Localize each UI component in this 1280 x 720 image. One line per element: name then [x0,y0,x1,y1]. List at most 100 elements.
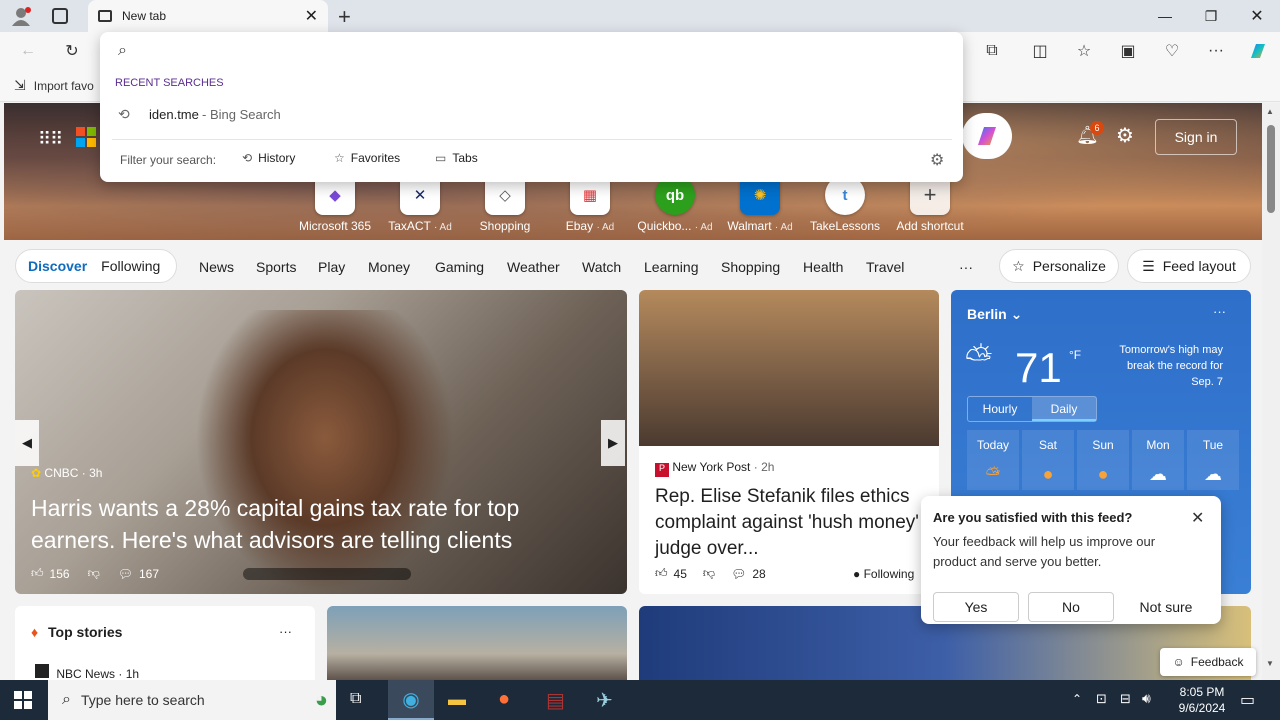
personalize-button[interactable]: ☆ Personalize [999,249,1119,283]
close-tab-icon[interactable]: ✕ [305,6,318,26]
filter-history[interactable]: ⟲ History [242,151,295,165]
like-icon[interactable]: 👍︎ [655,566,668,581]
main-story-card[interactable]: ◀ ▶ ✿ CNBC · 3h Harris wants a 28% capit… [15,290,627,594]
top-stories-more-icon[interactable]: ··· [279,624,292,639]
tab-actions-icon[interactable] [52,8,68,24]
shortcut-taxact[interactable]: ✕ TaxACT · Ad [380,175,460,233]
tray-volume-icon[interactable]: 🔊︎ [1142,690,1151,707]
tab-hourly[interactable]: Hourly [968,397,1032,421]
nav-travel[interactable]: Travel [866,259,904,275]
second-story-card[interactable]: P New York Post · 2h Rep. Elise Stefanik… [639,290,939,594]
weather-note[interactable]: Tomorrow's high may break the record for… [1103,342,1223,390]
nav-health[interactable]: Health [803,259,843,275]
filter-favorites[interactable]: ☆ Favorites [334,151,400,165]
nav-money[interactable]: Money [368,259,410,275]
shortcut-shopping[interactable]: ◇ Shopping [465,175,545,233]
forecast-day-tue[interactable]: Tue ☁ [1187,430,1239,490]
weather-more-icon[interactable]: ··· [1213,304,1226,319]
forecast-day-today[interactable]: Today ⛅︎ [967,430,1019,490]
filter-tabs[interactable]: ▭ Tabs [435,151,478,165]
close-window-button[interactable]: ✕ [1234,0,1280,32]
recent-search-item[interactable]: ⟲ iden.tme - Bing Search [100,104,963,126]
favorites-icon[interactable]: ☆ [1072,40,1096,62]
nav-watch[interactable]: Watch [582,259,621,275]
start-button-icon[interactable] [14,691,32,712]
dislike-icon[interactable]: 👎︎ [703,566,715,581]
profile-icon[interactable] [10,6,32,26]
tray-network-icon[interactable]: ⊡ [1096,691,1107,707]
nav-play[interactable]: Play [318,259,345,275]
main-headline[interactable]: Harris wants a 28% capital gains tax rat… [31,492,591,556]
taskbar-search-box[interactable]: ⌕ Type here to search ◕ [48,680,336,720]
back-icon[interactable]: ← [16,40,40,62]
omnibox-settings-gear-icon[interactable]: ⚙ [930,150,944,170]
restore-button[interactable]: ❐ [1188,0,1234,32]
carousel-prev-button[interactable]: ◀ [15,420,39,466]
feedback-button[interactable]: ☺ Feedback [1160,648,1256,676]
feed-layout-button[interactable]: ☰ Feed layout [1127,249,1251,283]
settings-more-icon[interactable]: ··· [1204,40,1228,62]
firefox-icon[interactable]: ● [498,688,510,711]
no-button[interactable]: No [1028,592,1114,622]
carousel-next-button[interactable]: ▶ [601,420,625,466]
shortcut-takelessons[interactable]: t TakeLessons [805,175,885,233]
nav-shopping[interactable]: Shopping [721,259,780,275]
not-sure-button[interactable]: Not sure [1123,592,1209,622]
story-card-photo-2[interactable] [327,606,627,680]
shortcut-ebay[interactable]: ▦ Ebay · Ad [550,175,630,233]
tab-daily[interactable]: Daily [1032,397,1096,421]
notification-center-icon[interactable]: ▭ [1240,690,1255,710]
nav-sports[interactable]: Sports [256,259,296,275]
split-screen-icon[interactable]: ◫ [1028,40,1052,62]
scroll-down-arrow[interactable]: ▼ [1266,659,1274,668]
comment-icon[interactable]: 💬︎ [118,567,133,581]
shortcut-walmart[interactable]: ✺ Walmart · Ad [720,175,800,233]
address-input[interactable] [146,38,946,66]
close-icon[interactable]: ✕ [1191,508,1204,528]
second-headline[interactable]: Rep. Elise Stefanik files ethics complai… [655,484,931,562]
app-parrot-icon[interactable]: ✈ [596,688,613,713]
page-scrollbar[interactable]: ▲ ▼ [1262,103,1280,680]
forecast-day-sat[interactable]: Sat ● [1022,430,1074,490]
comment-icon[interactable]: 💬︎ [731,567,746,581]
tray-overflow-icon[interactable]: ⌃ [1072,692,1082,706]
refresh-icon[interactable]: ↻ [60,40,84,62]
import-favorites-link[interactable]: Import favo [34,79,94,93]
tab-discover[interactable]: Discover [28,258,87,274]
nav-more-icon[interactable]: ··· [959,259,973,275]
scroll-thumb[interactable] [1267,125,1275,213]
winrar-icon[interactable]: ▤ [546,688,565,713]
sign-in-button[interactable]: Sign in [1155,119,1237,155]
new-tab-button[interactable]: + [338,4,351,30]
nav-weather[interactable]: Weather [507,259,560,275]
copilot-icon[interactable] [1246,40,1270,62]
yes-button[interactable]: Yes [933,592,1019,622]
scroll-up-arrow[interactable]: ▲ [1266,107,1274,116]
collections-icon[interactable]: ▣ [1116,40,1140,62]
task-view-icon[interactable]: ⧉ [350,690,361,708]
extensions-icon[interactable]: ⧉ [980,40,1004,62]
clock[interactable]: 8:05 PM 9/6/2024 [1166,684,1238,716]
tray-wifi-icon[interactable]: ⊟ [1120,691,1131,707]
tab-new-tab[interactable]: New tab ✕ [88,0,328,32]
temperature-unit[interactable]: °F [1069,348,1081,362]
dislike-icon[interactable]: 👎︎ [88,566,100,581]
like-icon[interactable]: 👍︎ [31,566,44,581]
forecast-day-mon[interactable]: Mon ☁ [1132,430,1184,490]
apps-launcher-icon[interactable]: ⠿⠿ [38,129,63,150]
shortcut-quickbooks[interactable]: qb Quickbo... · Ad [635,175,715,233]
nav-news[interactable]: News [199,259,234,275]
minimize-button[interactable]: — [1142,0,1188,32]
tab-following[interactable]: Following [101,258,160,274]
browser-essentials-icon[interactable]: ♡ [1160,40,1184,62]
shortcut-add[interactable]: + Add shortcut [890,175,970,233]
edge-taskbar-icon[interactable]: ◉ [388,680,434,720]
nav-gaming[interactable]: Gaming [435,259,484,275]
carousel-dots[interactable] [243,568,411,580]
page-settings-gear-icon[interactable]: ⚙ [1116,123,1134,148]
forecast-day-sun[interactable]: Sun ● [1077,430,1129,490]
shortcut-microsoft-365[interactable]: ◆ Microsoft 365 [295,175,375,233]
weather-city[interactable]: Berlin ⌄ [967,306,1022,323]
copilot-button[interactable] [962,113,1012,159]
file-explorer-icon[interactable]: ▬ [448,689,466,710]
